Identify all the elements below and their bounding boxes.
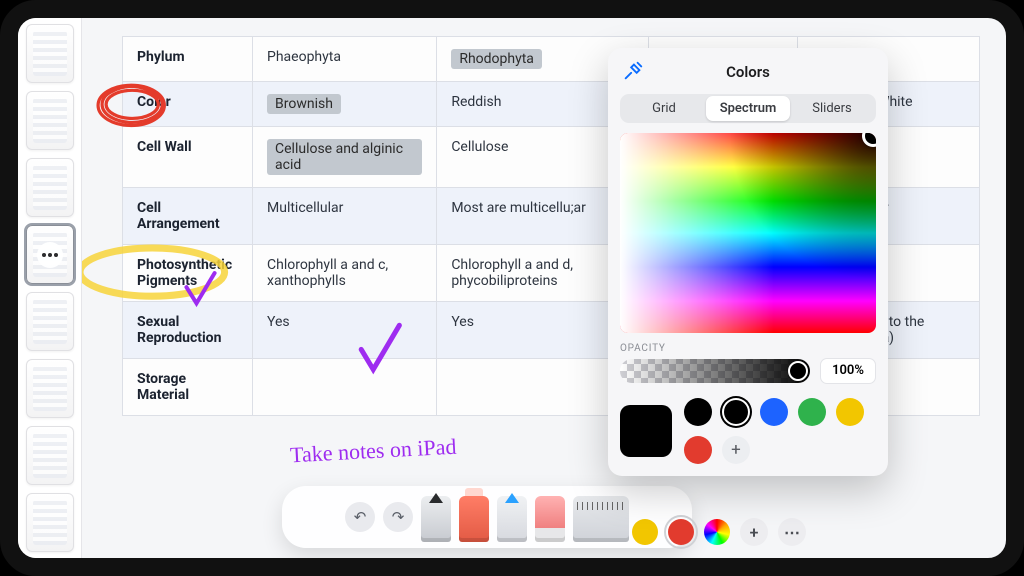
pen-tool[interactable] — [421, 496, 451, 542]
table-cell — [253, 359, 437, 416]
color-swatch[interactable] — [760, 398, 788, 426]
pencil-tool[interactable] — [497, 496, 527, 542]
undo-button[interactable]: ↶ — [345, 502, 375, 532]
page-thumbnail[interactable] — [26, 225, 74, 284]
table-row-header: Phylum — [123, 37, 253, 82]
page-thumbnail[interactable] — [26, 359, 74, 418]
color-swatch[interactable] — [722, 398, 750, 426]
table-cell: Cellulose and alginic acid — [253, 127, 437, 188]
color-swatch[interactable] — [798, 398, 826, 426]
segment-spectrum[interactable]: Spectrum — [706, 96, 790, 121]
table-cell: Yes — [253, 302, 437, 359]
document-page[interactable]: PhylumPhaeophytaRhodophytaChlorophytaOom… — [82, 18, 1006, 558]
current-color-swatch — [620, 405, 672, 457]
color-swatch[interactable] — [836, 398, 864, 426]
opacity-value-field[interactable]: 100% — [820, 358, 876, 384]
quick-swatch-red[interactable] — [668, 519, 694, 545]
app-viewport: PhylumPhaeophytaRhodophytaChlorophytaOom… — [18, 18, 1006, 558]
opacity-slider-knob[interactable] — [788, 361, 808, 381]
quick-color-row[interactable]: + ⋯ — [632, 518, 806, 546]
saved-swatches-grid[interactable]: + — [684, 398, 864, 464]
handwritten-note: Take notes on iPad — [289, 434, 457, 469]
page-thumbnail[interactable] — [26, 493, 74, 552]
page-thumbnail[interactable] — [26, 292, 74, 351]
page-thumbnail[interactable] — [26, 24, 74, 83]
page-thumbnail[interactable] — [26, 426, 74, 485]
color-wheel-button[interactable] — [704, 519, 730, 545]
page-thumbnail[interactable] — [26, 91, 74, 150]
table-row-header: Cell Arrangement — [123, 188, 253, 245]
page-thumbnail[interactable] — [26, 158, 74, 217]
quick-swatch-yellow[interactable] — [632, 519, 658, 545]
ruler-tool[interactable] — [573, 496, 629, 542]
drawing-tool-tray[interactable]: ↶ ↷ — [282, 486, 692, 548]
segment-grid[interactable]: Grid — [622, 96, 706, 121]
table-cell: Brownish — [253, 82, 437, 127]
color-mode-segmented-control[interactable]: GridSpectrumSliders — [620, 94, 876, 123]
table-row-header: Color — [123, 82, 253, 127]
ipad-device-frame: PhylumPhaeophytaRhodophytaChlorophytaOom… — [0, 0, 1024, 576]
eyedropper-icon[interactable] — [622, 60, 644, 82]
highlighter-tool[interactable] — [459, 496, 489, 542]
add-swatch-button[interactable]: + — [722, 436, 750, 464]
table-row-header: Storage Material — [123, 359, 253, 416]
table-row-header: Cell Wall — [123, 127, 253, 188]
more-button[interactable]: ⋯ — [778, 518, 806, 546]
spectrum-canvas[interactable] — [620, 133, 876, 333]
table-cell: Multicellular — [253, 188, 437, 245]
opacity-slider[interactable] — [620, 359, 810, 383]
color-swatch[interactable] — [684, 436, 712, 464]
add-tool-button[interactable]: + — [740, 518, 768, 546]
color-picker-popover[interactable]: Colors GridSpectrumSliders OPACITY 100% — [608, 48, 888, 476]
table-row-header: Photosynthetic Pigments — [123, 245, 253, 302]
color-swatch[interactable] — [684, 398, 712, 426]
redo-button[interactable]: ↷ — [383, 502, 413, 532]
table-cell: Phaeophyta — [253, 37, 437, 82]
popover-title: Colors — [726, 63, 770, 81]
eraser-tool[interactable] — [535, 496, 565, 542]
segment-sliders[interactable]: Sliders — [790, 96, 874, 121]
page-thumbnail-sidebar[interactable] — [18, 18, 82, 558]
table-row-header: Sexual Reproduction — [123, 302, 253, 359]
opacity-label: OPACITY — [620, 343, 876, 354]
table-cell: Chlorophyll a and c, xanthophylls — [253, 245, 437, 302]
